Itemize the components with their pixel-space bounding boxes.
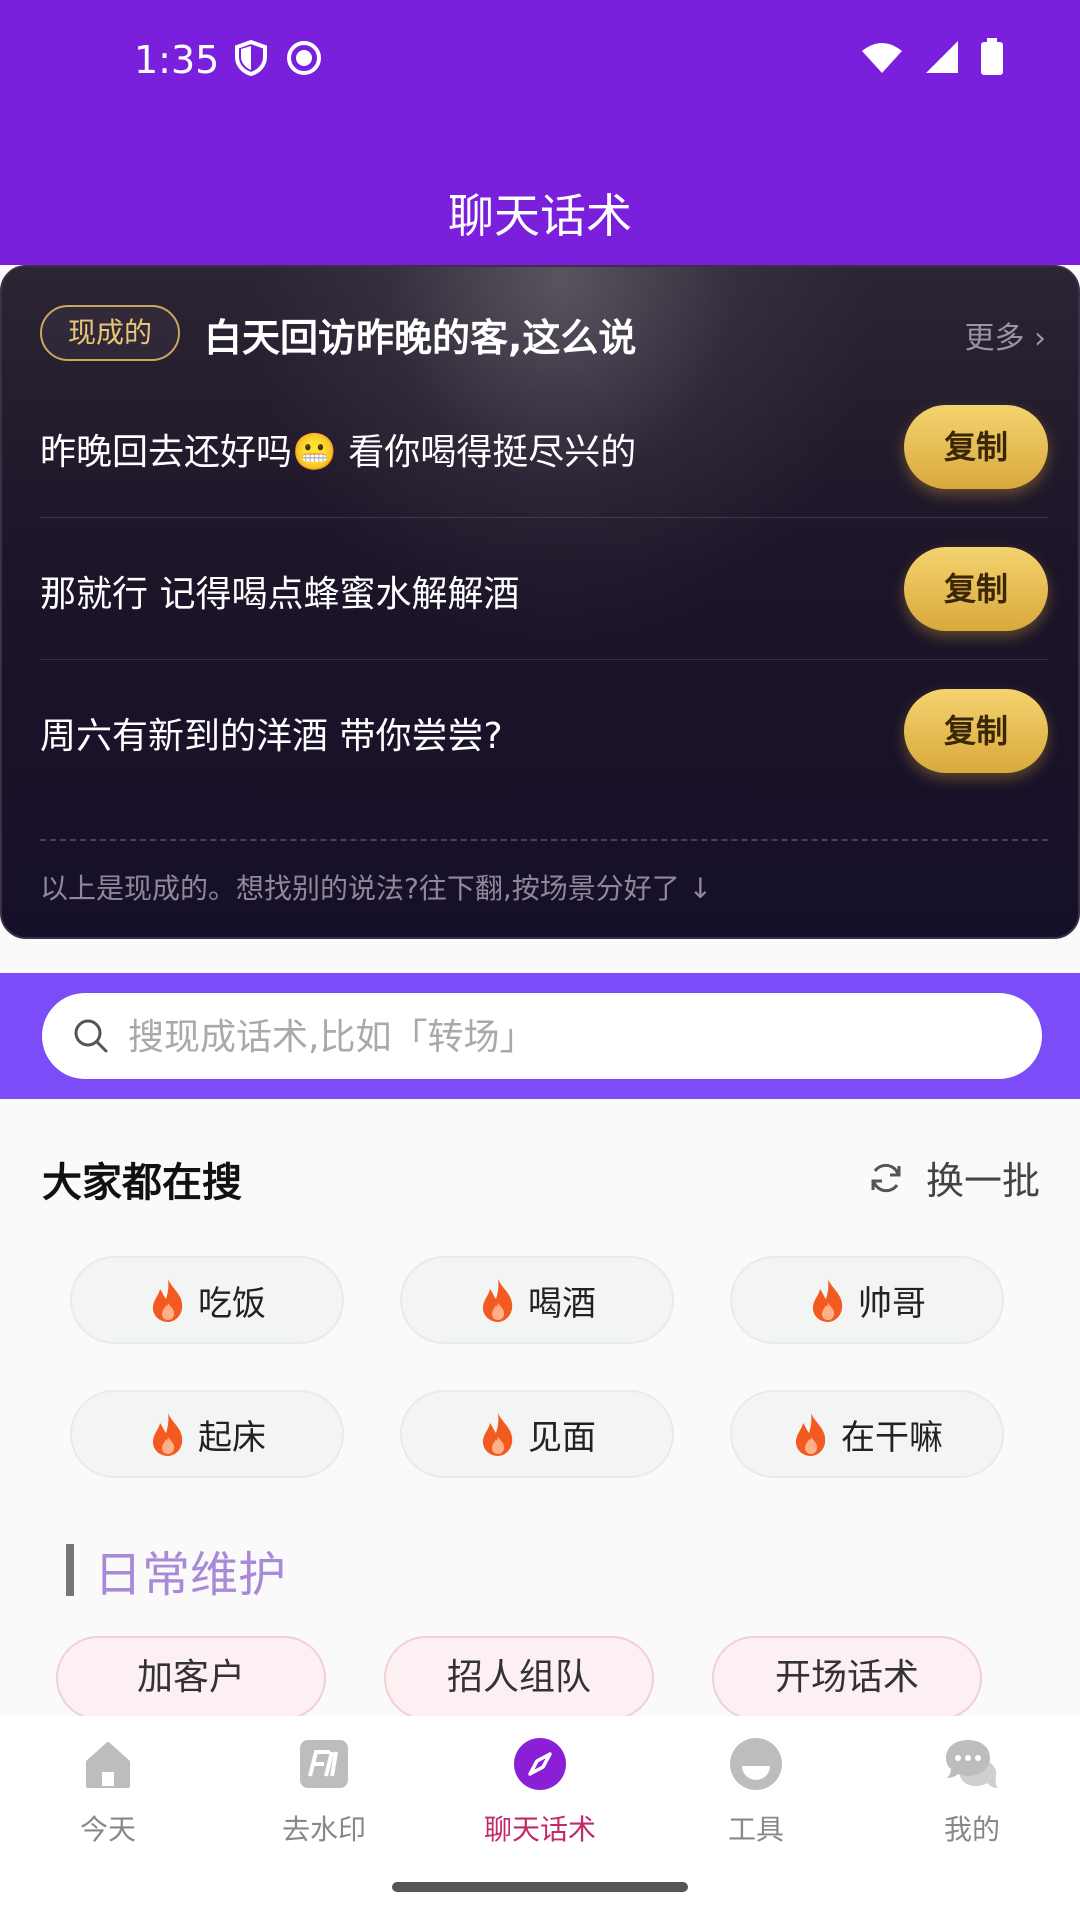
hot-search-chip[interactable]: 见面 (400, 1390, 674, 1478)
hot-search-chip[interactable]: 在干嘛 (730, 1390, 1004, 1478)
chip-label: 起床 (198, 1417, 266, 1458)
nav-item-chat-phrases[interactable]: 聊天话术 (432, 1736, 648, 1848)
fire-icon (482, 1279, 513, 1322)
card-hint: 以上是现成的。想找别的说法?往下翻,按场景分好了 ↓ (40, 872, 713, 905)
fire-icon (152, 1279, 183, 1322)
hot-search-chip[interactable]: 吃饭 (70, 1256, 344, 1344)
nav-label: 工具 (727, 1813, 784, 1846)
category-chip[interactable]: 招人组队 (384, 1636, 654, 1720)
category-chip[interactable]: 加客户 (56, 1636, 326, 1720)
hot-search-chip[interactable]: 喝酒 (400, 1256, 674, 1344)
chip-label: 在干嘛 (841, 1417, 943, 1458)
home-indicator[interactable] (392, 1882, 688, 1892)
chip-label: 吃饭 (198, 1283, 266, 1324)
more-link[interactable]: 更多 › (964, 313, 1046, 357)
phrase-row: 周六有新到的洋酒 带你尝尝? 复制 (40, 661, 1048, 801)
refresh-label: 换一批 (925, 1159, 1040, 1203)
nav-label: 去水印 (281, 1813, 366, 1846)
phrase-row: 那就行 记得喝点蜂蜜水解解酒 复制 (40, 519, 1048, 660)
section-title: 日常维护 (66, 1542, 286, 1603)
fire-icon (482, 1413, 513, 1456)
search-icon (74, 1019, 108, 1053)
ready-phrases-card: 现成的 白天回访昨晚的客,这么说 更多 › 昨晚回去还好吗😬 看你喝得挺尽兴的 … (0, 265, 1080, 939)
tools-icon (730, 1738, 782, 1790)
wifi-icon (862, 43, 902, 73)
phrase-text: 昨晚回去还好吗😬 看你喝得挺尽兴的 (40, 432, 637, 473)
chat-bubbles-icon (946, 1740, 998, 1788)
phrase-text: 那就行 记得喝点蜂蜜水解解酒 (40, 574, 520, 615)
chip-label: 见面 (528, 1417, 596, 1458)
copy-button[interactable]: 复制 (904, 689, 1048, 773)
page-title: 聊天话术 (448, 189, 632, 243)
nav-item-watermark[interactable]: 去水印 (216, 1736, 432, 1848)
search-input[interactable] (126, 993, 1010, 1081)
nav-item-today[interactable]: 今天 (0, 1736, 216, 1848)
search-band (0, 973, 1080, 1099)
home-icon (86, 1742, 130, 1788)
section-marker (66, 1544, 74, 1596)
hot-search-chip[interactable]: 起床 (70, 1390, 344, 1478)
copy-button[interactable]: 复制 (904, 405, 1048, 489)
dashed-divider (40, 839, 1048, 841)
hot-search-chip[interactable]: 帅哥 (730, 1256, 1004, 1344)
nav-item-mine[interactable]: 我的 (864, 1736, 1080, 1848)
watermark-icon (300, 1740, 348, 1788)
fire-icon (152, 1413, 183, 1456)
refresh-icon (871, 1163, 901, 1192)
nav-item-tools[interactable]: 工具 (648, 1736, 864, 1848)
hot-searches-title: 大家都在搜 (42, 1160, 242, 1206)
ready-badge: 现成的 (40, 305, 181, 361)
app-notification-icon (287, 41, 321, 75)
nav-label: 我的 (943, 1813, 1000, 1846)
refresh-button[interactable]: 换一批 (868, 1150, 1040, 1205)
chip-label: 帅哥 (858, 1283, 926, 1324)
category-chip[interactable]: 开场话术 (712, 1636, 982, 1720)
app-header: 1:35 聊天话术 (0, 0, 1080, 265)
compass-icon (514, 1738, 566, 1790)
status-time: 1:35 (134, 38, 220, 82)
status-bar: 1:35 (0, 0, 1080, 120)
phrase-text: 周六有新到的洋酒 带你尝尝? (40, 716, 503, 757)
copy-button[interactable]: 复制 (904, 547, 1048, 631)
shield-icon (235, 40, 267, 76)
fire-icon (795, 1413, 826, 1456)
card-title: 白天回访昨晚的客,这么说 (204, 316, 637, 360)
cellular-signal-icon (926, 41, 958, 73)
chip-label: 喝酒 (528, 1283, 596, 1324)
search-box[interactable] (42, 993, 1042, 1081)
section-title-text: 日常维护 (94, 1547, 287, 1603)
nav-label: 聊天话术 (483, 1813, 596, 1846)
fire-icon (812, 1279, 843, 1322)
phrase-row: 昨晚回去还好吗😬 看你喝得挺尽兴的 复制 (40, 377, 1048, 518)
battery-icon (981, 38, 1003, 75)
nav-label: 今天 (79, 1813, 136, 1846)
